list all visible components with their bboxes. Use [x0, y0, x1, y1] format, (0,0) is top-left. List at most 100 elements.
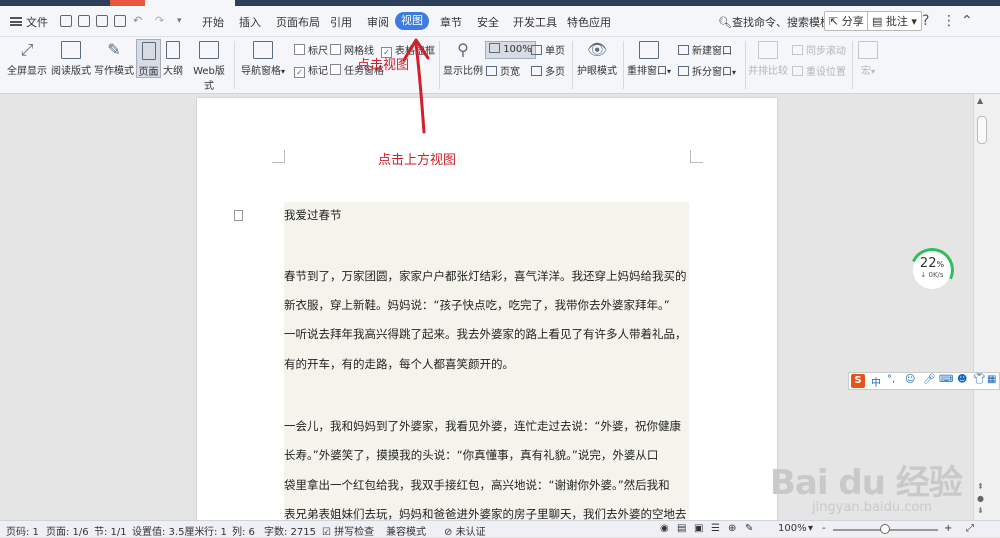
ime-language[interactable]: 中 — [871, 374, 881, 389]
redo-icon[interactable]: ↷ — [155, 14, 164, 27]
vertical-scrollbar[interactable]: ▲ ⇞ ● ⇟ — [973, 94, 1000, 520]
fit-window-icon[interactable]: ⤢ — [966, 523, 974, 534]
keyboard-icon[interactable]: ⌨ — [939, 374, 953, 385]
menu-bar: 文件 ↶ ↷ ▾ 开始 插入 页面布局 引用 审阅 视图 章节 安全 开发工具 … — [0, 6, 1000, 37]
macro-button[interactable]: 宏▾ — [856, 37, 880, 77]
ribbon-separator — [623, 41, 624, 89]
web-layout-button[interactable]: Web版式 — [189, 37, 229, 92]
writing-view-icon[interactable]: ✎ — [745, 523, 753, 534]
sogou-logo-icon[interactable]: S — [851, 374, 865, 388]
network-speed-widget[interactable]: 22% ↓ 0K/s — [903, 241, 961, 299]
document-page[interactable]: 点击上方视图 我爱过春节 春节到了，万家团圆，家家户户都张灯结彩，喜气洋洋。我还… — [197, 98, 777, 520]
sync-scroll-button[interactable]: 同步滚动 — [792, 42, 846, 57]
outline-view-button[interactable]: 大纲 — [161, 37, 185, 77]
tab-security[interactable]: 安全 — [477, 14, 499, 30]
user-icon[interactable]: ☻ — [957, 374, 967, 385]
ime-toolbar[interactable]: S 中 °, ☺ 🎤︎ ⌨ ☻ 👕︎ ▦ — [848, 372, 1000, 390]
paragraph-line[interactable]: 春节到了，万家团圆，家家户户都张灯结彩，喜气洋洋。我还穿上妈妈给我买的 — [284, 262, 694, 292]
page-width-button[interactable]: 页宽 — [486, 63, 520, 78]
status-section[interactable]: 节: 1/1 — [94, 523, 127, 538]
zoom-100-button[interactable]: 100% — [485, 41, 536, 59]
command-search[interactable]: 🔍︎查找命令、搜索模板 — [718, 14, 831, 30]
document-icon[interactable] — [234, 210, 243, 221]
tab-page-layout[interactable]: 页面布局 — [276, 14, 320, 30]
paragraph-line[interactable]: 新衣服，穿上新鞋。妈妈说：“孩子快点吃，吃完了，我带你去外婆家拜年。” — [284, 291, 694, 321]
tab-reference[interactable]: 引用 — [330, 14, 352, 30]
paragraph-line[interactable]: 长寿。”外婆笑了，摸摸我的头说：“你真懂事，真有礼貌。”说完，外婆从口 — [284, 441, 694, 471]
compare-icon — [758, 41, 778, 59]
output-pdf-icon[interactable] — [78, 15, 90, 27]
reset-position-button[interactable]: 重设位置 — [792, 63, 846, 78]
paragraph-line[interactable]: 有的开车，有的走路，每个人都喜笑颜开的。 — [284, 350, 694, 380]
collapse-ribbon-icon[interactable]: ⌃ — [961, 13, 973, 29]
print-preview-icon[interactable] — [114, 15, 126, 27]
tab-home[interactable]: 开始 — [202, 14, 224, 30]
zoom-slider-thumb[interactable] — [880, 524, 890, 534]
zoom-out-button[interactable]: - — [822, 523, 826, 534]
more-icon[interactable]: ⋮ — [942, 13, 956, 29]
toolbox-icon[interactable]: ▦ — [987, 374, 996, 385]
emoji-icon[interactable]: ☺ — [905, 374, 915, 385]
fullscreen-button[interactable]: ⤢ 全屏显示 — [6, 37, 48, 78]
share-button[interactable]: ⇱ 分享 — [824, 11, 869, 31]
sync-scroll-icon — [792, 45, 803, 55]
print-icon[interactable] — [96, 15, 108, 27]
side-by-side-button[interactable]: 并排比较 — [748, 37, 788, 77]
zoom-in-button[interactable]: + — [944, 523, 952, 534]
outline-view-icon[interactable]: ☰ — [711, 523, 720, 534]
scroll-thumb[interactable] — [977, 116, 987, 144]
status-row[interactable]: 行: 1 — [204, 523, 227, 538]
paragraph-line[interactable]: 袋里拿出一个红包给我，我双手接红包，高兴地说：“谢谢你外婆。”然后我和 — [284, 471, 694, 501]
tab-special-apps[interactable]: 特色应用 — [567, 14, 611, 30]
page-up-icon[interactable]: ⇞ — [977, 482, 984, 491]
spell-check-button[interactable]: ☑ 拼写检查 — [322, 523, 374, 538]
comment-button[interactable]: ▤ 批注 ▾ — [867, 11, 922, 31]
save-icon[interactable] — [60, 15, 72, 27]
status-pages[interactable]: 页面: 1/6 — [46, 523, 89, 538]
web-view-icon[interactable]: ⊕ — [728, 523, 736, 534]
tab-review[interactable]: 审阅 — [367, 14, 389, 30]
rearrange-windows-button[interactable]: 重排窗口▾ — [627, 37, 671, 77]
tab-developer[interactable]: 开发工具 — [513, 14, 557, 30]
status-page-code[interactable]: 页码: 1 — [6, 523, 39, 538]
zoom-ratio-button[interactable]: ⚲ 显示比例 — [443, 37, 483, 78]
page-view-icon[interactable]: ▣ — [694, 523, 703, 534]
reading-layout-button[interactable]: 阅读版式 — [50, 37, 92, 77]
file-menu[interactable]: 文件 — [26, 14, 48, 30]
scroll-up-icon[interactable]: ▲ — [977, 96, 983, 105]
multi-page-button[interactable]: 多页 — [531, 63, 565, 78]
reading-view-icon[interactable]: ▤ — [677, 523, 686, 534]
tab-view[interactable]: 视图 — [395, 12, 429, 30]
single-page-button[interactable]: 单页 — [531, 42, 565, 57]
eye-protection-button[interactable]: 👁︎ 护眼模式 — [576, 37, 618, 78]
customize-quickbar-icon[interactable]: ▾ — [177, 16, 182, 26]
tab-insert[interactable]: 插入 — [239, 14, 261, 30]
paragraph-line[interactable]: 一会儿，我和妈妈到了外婆家，我看见外婆，连忙走过去说：“外婆，祝你健康 — [284, 412, 694, 442]
page-select-icon[interactable]: ● — [977, 494, 984, 503]
zoom-level[interactable]: 100% — [778, 523, 807, 534]
paragraph-line[interactable]: 一听说去拜年我高兴得跳了起来。我去外婆家的路上看见了有许多人带着礼品， — [284, 320, 694, 350]
skin-icon[interactable]: 👕︎ — [973, 374, 986, 385]
paragraph-line[interactable]: 表兄弟表姐妹们去玩，妈妈和爸爸进外婆家的房子里聊天，我们去外婆的空地去 — [284, 500, 694, 520]
mark-checkbox[interactable]: ✓ 标记 — [294, 62, 328, 78]
microphone-icon[interactable]: 🎤︎ — [923, 374, 936, 385]
status-col[interactable]: 列: 6 — [232, 523, 255, 538]
page-down-icon[interactable]: ⇟ — [977, 506, 984, 515]
eye-protect-status-icon[interactable]: ◉ — [660, 523, 669, 534]
writing-mode-button[interactable]: ✎ 写作模式 — [94, 37, 134, 78]
menu-icon[interactable] — [10, 17, 22, 26]
help-icon[interactable]: ? — [922, 13, 929, 29]
page-view-button[interactable]: 页面 — [136, 39, 161, 78]
punctuation-icon[interactable]: °, — [887, 374, 895, 385]
split-window-button[interactable]: 拆分窗口▾ — [678, 63, 736, 78]
zoom-dropdown-icon[interactable]: ▾ — [808, 523, 813, 534]
document-title[interactable]: 我爱过春节 — [284, 201, 694, 231]
certification-status[interactable]: ⊘ 未认证 — [444, 523, 486, 538]
navigation-pane-button[interactable]: 导航窗格▾ — [240, 37, 286, 77]
ruler-checkbox[interactable]: 标尺 — [294, 42, 328, 57]
new-window-button[interactable]: 新建窗口 — [678, 42, 732, 57]
status-word-count[interactable]: 字数: 2715 — [264, 523, 316, 538]
tab-chapter[interactable]: 章节 — [440, 14, 462, 30]
status-setting[interactable]: 设置值: 3.5厘米 — [132, 523, 204, 538]
undo-icon[interactable]: ↶ — [133, 14, 142, 27]
